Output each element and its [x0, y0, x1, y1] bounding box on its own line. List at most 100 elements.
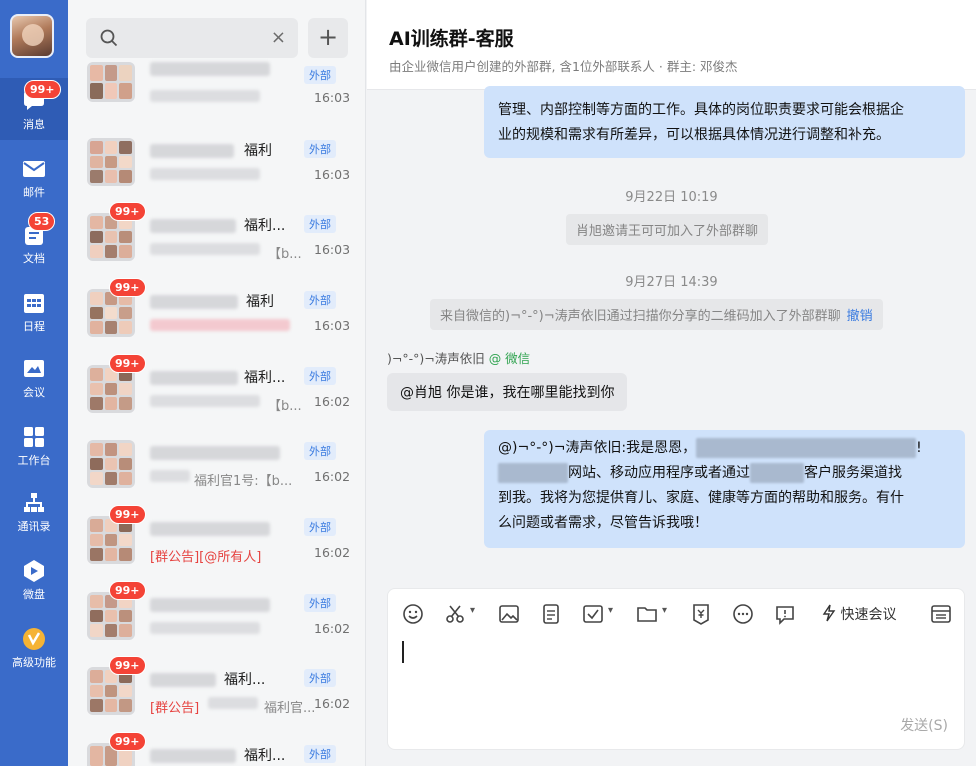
conversation-name: 福利... — [244, 218, 286, 234]
nav-item-messages[interactable]: 消息 99+ — [0, 78, 68, 140]
message-composer[interactable]: 快速会议 发送(S) — [387, 588, 965, 750]
list-item[interactable]: 福利官1号:【b... 外部 16:02 — [68, 424, 365, 499]
screenshot-tool[interactable] — [444, 603, 475, 625]
nav-label: 高级功能 — [12, 656, 56, 669]
blurred-preview — [150, 90, 260, 102]
folder-icon — [637, 607, 657, 622]
blurred-preview — [150, 319, 290, 331]
unread-badge: 99+ — [109, 202, 146, 221]
list-item[interactable]: 99+ 福利... 【b... 外部 16:02 — [68, 349, 365, 424]
list-item[interactable]: 99+ 福利 外部 16:03 — [68, 273, 365, 348]
mail-icon — [23, 161, 45, 177]
nav-item-workbench[interactable]: 工作台 — [0, 414, 68, 476]
send-button[interactable]: 发送(S) — [900, 715, 948, 735]
blurred-name — [150, 749, 236, 763]
nav-item-docs[interactable]: 文档 53 — [0, 212, 68, 274]
conversation-list: × + 外部 16:03 福利 外部 16:03 99+ 福利... 【b...… — [68, 0, 366, 766]
quick-meeting-label: 快速会议 — [840, 607, 897, 623]
timestamp-divider: 9月27日 14:39 — [625, 275, 718, 290]
external-tag: 外部 — [304, 442, 336, 460]
group-avatar — [87, 138, 135, 186]
list-item[interactable]: 99+ 外部 16:02 — [68, 576, 365, 651]
list-item[interactable]: 99+ 福利... 【b... 外部 16:03 — [68, 197, 365, 272]
timestamp: 16:03 — [314, 90, 351, 105]
redacted-text — [750, 463, 804, 483]
more-icon[interactable] — [732, 603, 754, 625]
image-icon[interactable] — [498, 603, 520, 625]
external-tag: 外部 — [304, 518, 336, 536]
text-cursor — [402, 641, 404, 663]
timestamp: 16:02 — [314, 469, 351, 484]
external-tag: 外部 — [304, 367, 336, 385]
left-nav: 消息 99+ 邮件 文档 53 日程 会议 工作台 通讯录 微盘 高级功能 — [0, 0, 68, 766]
workbench-icon — [24, 427, 44, 447]
message-line: 网站、移动应用程序或者通过 客户服务渠道找 — [498, 461, 951, 486]
nav-item-premium[interactable]: 高级功能 — [0, 616, 68, 678]
conversation-name: 福利... — [244, 748, 286, 764]
timestamp: 16:03 — [314, 242, 351, 257]
nav-item-drive[interactable]: 微盘 — [0, 548, 68, 610]
timestamp: 16:02 — [314, 394, 351, 409]
message-text: 么问题或者需求，尽管告诉我哦！ — [498, 515, 708, 531]
message-preview: 福利官1号:【b... — [194, 474, 293, 489]
external-tag: 外部 — [304, 594, 336, 612]
nav-label: 工作台 — [17, 454, 51, 467]
list-item[interactable]: 99+ 福利... 外部 — [68, 727, 365, 766]
blurred-preview — [150, 395, 260, 407]
external-tag: 外部 — [304, 669, 336, 687]
sidebar-toggle-icon[interactable] — [930, 603, 952, 625]
folder-tool[interactable] — [636, 603, 667, 625]
message-preview: 【b... — [268, 399, 302, 414]
nav-item-mail[interactable]: 邮件 — [0, 146, 68, 208]
message-bubble-incoming[interactable]: @肖旭 你是谁，我在哪里能找到你 — [387, 373, 628, 411]
list-item[interactable]: 99+ 福利... [群公告] 福利官... 外部 16:02 — [68, 651, 365, 726]
nav-label: 日程 — [23, 320, 45, 333]
sender-name[interactable]: )¬°-°)¬涛声依旧 — [387, 351, 485, 366]
blurred-name — [150, 598, 270, 612]
message-text: 管理、内部控制等方面的工作。具体的岗位职责要求可能会根据企 — [498, 102, 904, 118]
timestamp: 16:02 — [314, 545, 351, 560]
blurred-preview — [150, 243, 260, 255]
list-item[interactable]: 外部 16:03 — [68, 50, 365, 125]
list-item[interactable]: 99+ [群公告][@所有人] 外部 16:02 — [68, 500, 365, 575]
clear-icon[interactable]: × — [271, 27, 286, 48]
chat-title[interactable]: AI训练群-客服 — [389, 24, 514, 51]
nav-item-calendar[interactable]: 日程 — [0, 280, 68, 342]
message-text: 业的规模和需求有所差异，可以根据具体情况进行调整和补充。 — [498, 127, 890, 143]
chat-subtitle: 由企业微信用户创建的外部群, 含1位外部联系人 · 群主: 邓俊杰 — [389, 59, 738, 74]
chat-record-icon[interactable] — [774, 603, 796, 625]
message-bubble-outgoing[interactable]: 管理、内部控制等方面的工作。具体的岗位职责要求可能会根据企 业的规模和需求有所差… — [484, 86, 965, 158]
timestamp: 16:02 — [314, 621, 351, 636]
unread-badge: 99+ — [109, 732, 146, 751]
redacted-text — [498, 463, 568, 483]
unread-badge: 99+ — [109, 581, 146, 600]
external-tag: 外部 — [304, 140, 336, 158]
file-icon[interactable] — [540, 603, 562, 625]
list-item[interactable]: 福利 外部 16:03 — [68, 122, 365, 197]
emoji-icon[interactable] — [402, 603, 424, 625]
undo-link[interactable]: 撤销 — [847, 309, 873, 324]
nav-item-contacts[interactable]: 通讯录 — [0, 480, 68, 542]
redacted-text — [696, 438, 917, 458]
message-bubble-outgoing[interactable]: @)¬°-°)¬涛声依旧:我是恩恩，! 网站、移动应用程序或者通过 客户服务渠道找… — [484, 430, 965, 548]
announcement-preview: [群公告][@所有人] — [150, 550, 262, 565]
lightning-icon — [822, 604, 836, 622]
red-packet-icon[interactable] — [690, 603, 712, 625]
nav-item-meeting[interactable]: 会议 — [0, 346, 68, 408]
premium-icon — [23, 628, 45, 650]
meeting-icon — [24, 360, 44, 377]
timestamp: 16:03 — [314, 167, 351, 182]
blurred-preview — [150, 470, 190, 482]
blurred-preview — [150, 622, 260, 634]
task-tool[interactable] — [582, 603, 613, 625]
quick-meeting-button[interactable]: 快速会议 — [822, 604, 896, 624]
conversation-name: 福利 — [246, 294, 274, 310]
nav-label: 文档 — [23, 252, 45, 265]
blurred-name — [150, 144, 234, 158]
drive-icon — [24, 560, 44, 582]
conversation-name: 福利... — [224, 672, 266, 688]
user-avatar[interactable] — [10, 14, 54, 58]
message-text: @)¬°-°)¬涛声依旧:我是恩恩， — [498, 440, 697, 456]
blurred-name — [150, 219, 236, 233]
external-tag: 外部 — [304, 215, 336, 233]
